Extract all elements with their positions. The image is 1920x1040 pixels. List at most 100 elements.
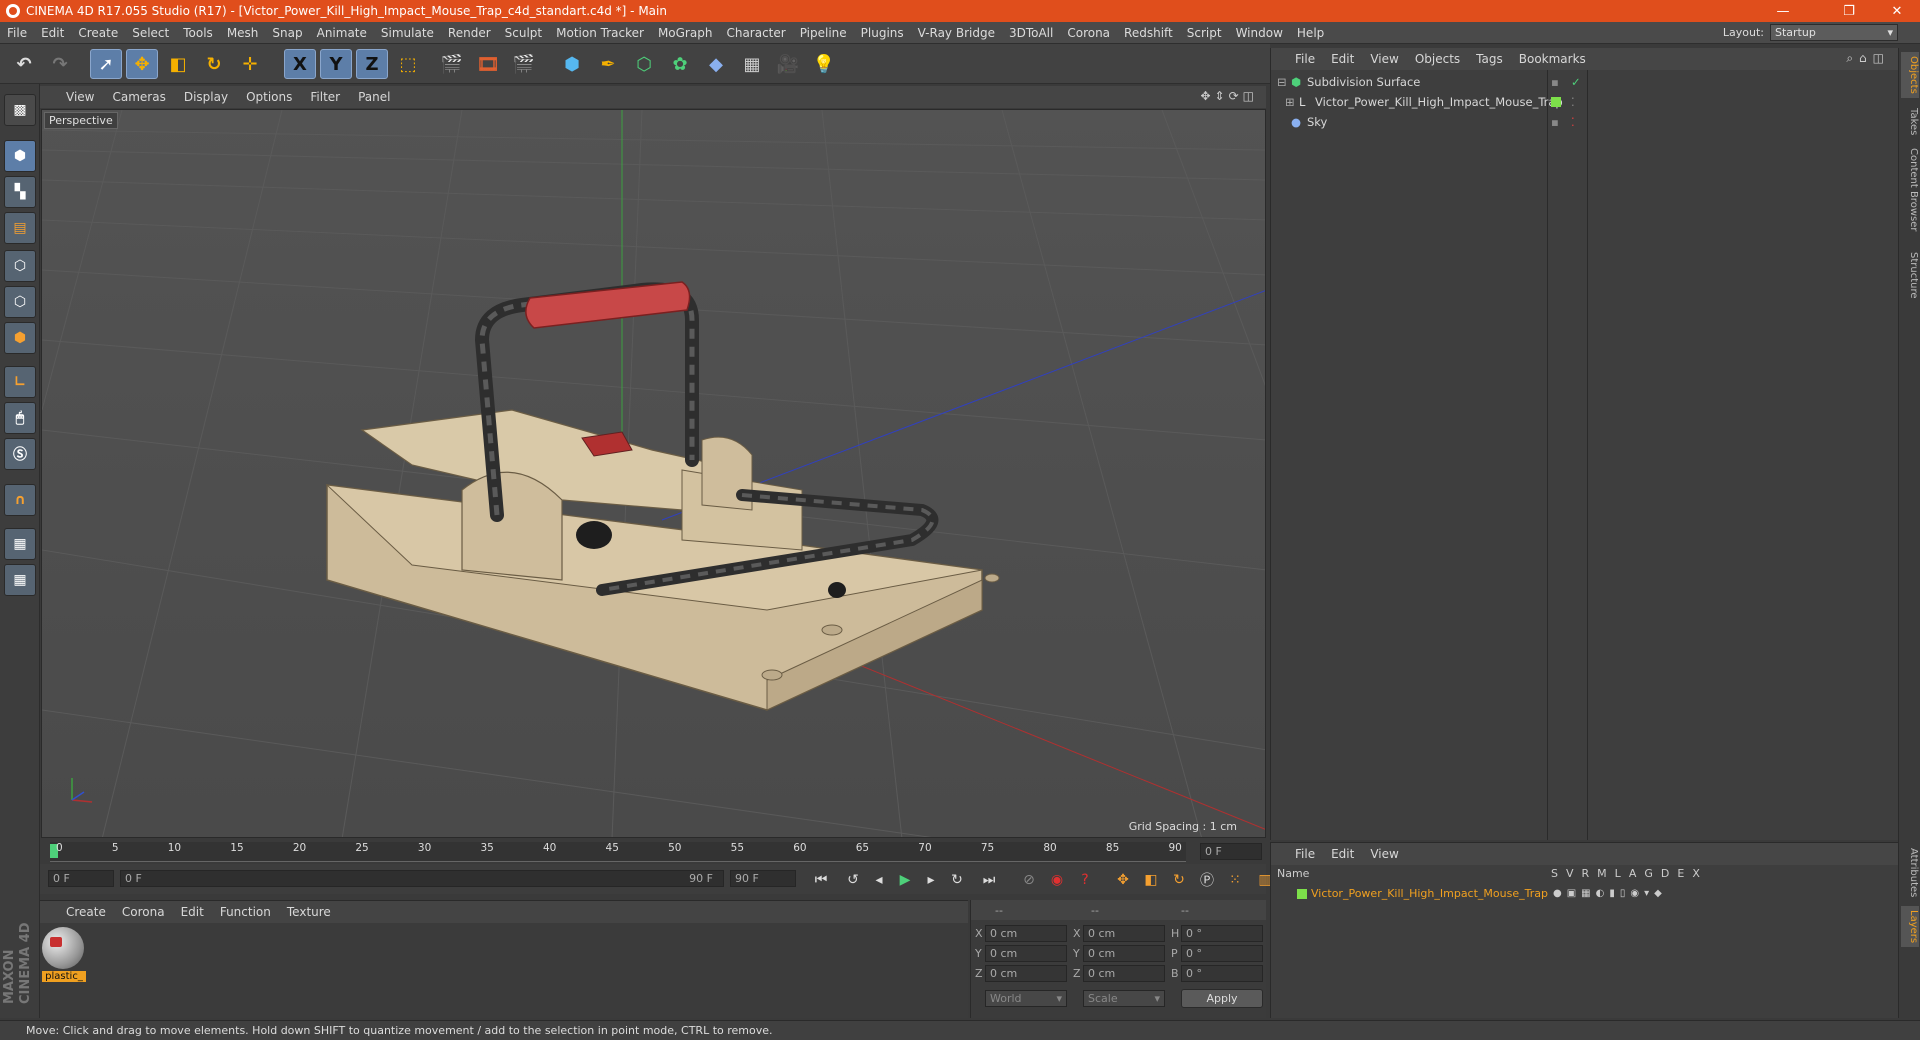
menu-vray-bridge[interactable]: V-Ray Bridge (911, 26, 1002, 40)
restore-button[interactable]: ❐ (1826, 0, 1872, 22)
menu-render[interactable]: Render (441, 26, 498, 40)
coordinate-mode-dropdown[interactable]: Scale ▾ (1083, 990, 1165, 1007)
scale-tool-button[interactable]: ◧ (162, 49, 194, 79)
size-z-field[interactable]: 0 cm (1083, 965, 1165, 982)
close-button[interactable]: ✕ (1874, 0, 1920, 22)
axis-mode-button[interactable]: ∟ (4, 366, 36, 398)
material-menu-function[interactable]: Function (220, 905, 271, 919)
coordinate-system-button[interactable]: ⬚ (392, 49, 424, 79)
play-button[interactable]: ▶ (892, 868, 918, 892)
undo-button[interactable]: ↶ (8, 49, 40, 79)
subdivision-surface-button[interactable]: ⬡ (628, 49, 660, 79)
go-to-end-button[interactable]: ⏭ (976, 868, 1002, 892)
position-y-field[interactable]: 0 cm (985, 945, 1067, 962)
expand-icon[interactable]: ⊞ (1285, 92, 1295, 112)
menu-character[interactable]: Character (719, 26, 792, 40)
menu-motion-tracker[interactable]: Motion Tracker (549, 26, 651, 40)
object-menu-tags[interactable]: Tags (1476, 52, 1503, 66)
object-menu-objects[interactable]: Objects (1415, 52, 1460, 66)
rotation-b-field[interactable]: 0 ° (1181, 965, 1263, 982)
viewport-camera-label[interactable]: Perspective (44, 112, 118, 129)
points-mode-button[interactable]: ⬡ (4, 250, 36, 282)
layer-menu-view[interactable]: View (1370, 847, 1398, 861)
menu-edit[interactable]: Edit (34, 26, 71, 40)
magnet-button[interactable]: ∩ (4, 484, 36, 516)
minimize-button[interactable]: — (1760, 0, 1806, 22)
frame-range-slider[interactable]: 0 F 90 F (120, 870, 724, 887)
visibility-dots-icon[interactable]: ⁚ (1571, 92, 1575, 112)
workplane-button[interactable]: ▤ (4, 212, 36, 244)
collapse-icon[interactable]: ⊟ (1277, 72, 1287, 92)
lock-workplane-button[interactable]: ▦ (4, 528, 36, 560)
object-menu-view[interactable]: View (1370, 52, 1398, 66)
key-position-button[interactable]: ✥ (1110, 868, 1136, 892)
side-tab-structure[interactable]: Structure (1901, 248, 1919, 303)
side-tab-content-browser[interactable]: Content Browser (1901, 144, 1919, 235)
previous-key-button[interactable]: ↺ (840, 868, 866, 892)
cube-primitive-button[interactable]: ⬢ (556, 49, 588, 79)
object-name[interactable]: Victor_Power_Kill_High_Impact_Mouse_Trap (1315, 92, 1563, 112)
keyframe-selection-button[interactable]: ? (1072, 868, 1098, 892)
viewport-menu-display[interactable]: Display (184, 90, 228, 104)
material-menu-create[interactable]: Create (66, 905, 106, 919)
menu-snap[interactable]: Snap (265, 26, 309, 40)
side-tab-objects[interactable]: Objects (1901, 52, 1919, 98)
rotate-tool-button[interactable]: ↻ (198, 49, 230, 79)
render-view-button[interactable]: 🎬 (436, 49, 468, 79)
layer-menu-edit[interactable]: Edit (1331, 847, 1354, 861)
key-scale-button[interactable]: ◧ (1138, 868, 1164, 892)
previous-frame-button[interactable]: ◂ (866, 868, 892, 892)
model-mode-button[interactable]: ⬢ (4, 140, 36, 172)
camera-button[interactable]: 🎥 (772, 49, 804, 79)
object-manager-search-icons[interactable]: ⌕⌂◫ (1846, 51, 1890, 66)
next-frame-button[interactable]: ▸ (918, 868, 944, 892)
deformer-button[interactable]: ◆ (700, 49, 732, 79)
size-x-field[interactable]: 0 cm (1083, 925, 1165, 942)
side-tab-layers[interactable]: Layers (1901, 906, 1919, 948)
side-tab-takes[interactable]: Takes (1901, 104, 1919, 139)
y-axis-button[interactable]: Y (320, 49, 352, 79)
viewport-menu-options[interactable]: Options (246, 90, 292, 104)
object-menu-file[interactable]: File (1295, 52, 1315, 66)
record-keys-button[interactable]: ⊘ (1016, 868, 1042, 892)
enabled-check-icon[interactable]: ✓ (1571, 72, 1581, 92)
key-rotation-button[interactable]: ↻ (1166, 868, 1192, 892)
size-y-field[interactable]: 0 cm (1083, 945, 1165, 962)
menu-corona[interactable]: Corona (1060, 26, 1117, 40)
go-to-start-button[interactable]: ⏮ (808, 868, 834, 892)
menu-script[interactable]: Script (1180, 26, 1229, 40)
make-editable-button[interactable]: ▩ (4, 94, 36, 126)
menu-select[interactable]: Select (125, 26, 176, 40)
menu-create[interactable]: Create (71, 26, 125, 40)
menu-tools[interactable]: Tools (176, 26, 220, 40)
menu-mograph[interactable]: MoGraph (651, 26, 720, 40)
start-frame-field[interactable]: 0 F (48, 870, 114, 887)
end-frame-field[interactable]: 90 F (730, 870, 796, 887)
mouse-trap-model[interactable] (325, 281, 1000, 711)
layer-menu-file[interactable]: File (1295, 847, 1315, 861)
edges-mode-button[interactable]: ⬡ (4, 286, 36, 318)
visibility-toggle-icon[interactable]: ▪ (1551, 112, 1559, 132)
texture-mode-button[interactable]: ▚ (4, 176, 36, 208)
redo-button[interactable]: ↷ (44, 49, 76, 79)
material-menu-corona[interactable]: Corona (122, 905, 165, 919)
key-parameter-button[interactable]: Ⓟ (1194, 868, 1220, 892)
visibility-toggle-icon[interactable]: ▪ (1551, 72, 1559, 92)
render-picture-viewer-button[interactable]: 🎞 (472, 49, 504, 79)
pen-spline-button[interactable]: ✒ (592, 49, 624, 79)
menu-help[interactable]: Help (1290, 26, 1331, 40)
polygons-mode-button[interactable]: ⬢ (4, 322, 36, 354)
material-menu-texture[interactable]: Texture (287, 905, 331, 919)
material-swatch[interactable]: plastic_ (42, 927, 86, 983)
render-settings-button[interactable]: 🎬 (508, 49, 540, 79)
move-tool-button[interactable]: ✥ (126, 49, 158, 79)
menu-sculpt[interactable]: Sculpt (498, 26, 549, 40)
timeline-ruler[interactable]: 0 5 10 15 20 25 30 35 40 45 50 55 60 65 … (40, 840, 1266, 864)
planar-workplane-button[interactable]: ▦ (4, 564, 36, 596)
layer-row[interactable]: Victor_Power_Kill_High_Impact_Mouse_Trap… (1271, 885, 1898, 903)
layout-dropdown[interactable]: Startup ▾ (1770, 24, 1898, 41)
timeline-track[interactable]: 0 5 10 15 20 25 30 35 40 45 50 55 60 65 … (50, 842, 1186, 862)
visibility-dots-icon[interactable]: ⁚ (1571, 112, 1575, 132)
auto-key-button[interactable]: ◉ (1044, 868, 1070, 892)
layer-name-header[interactable]: Name (1277, 867, 1309, 880)
